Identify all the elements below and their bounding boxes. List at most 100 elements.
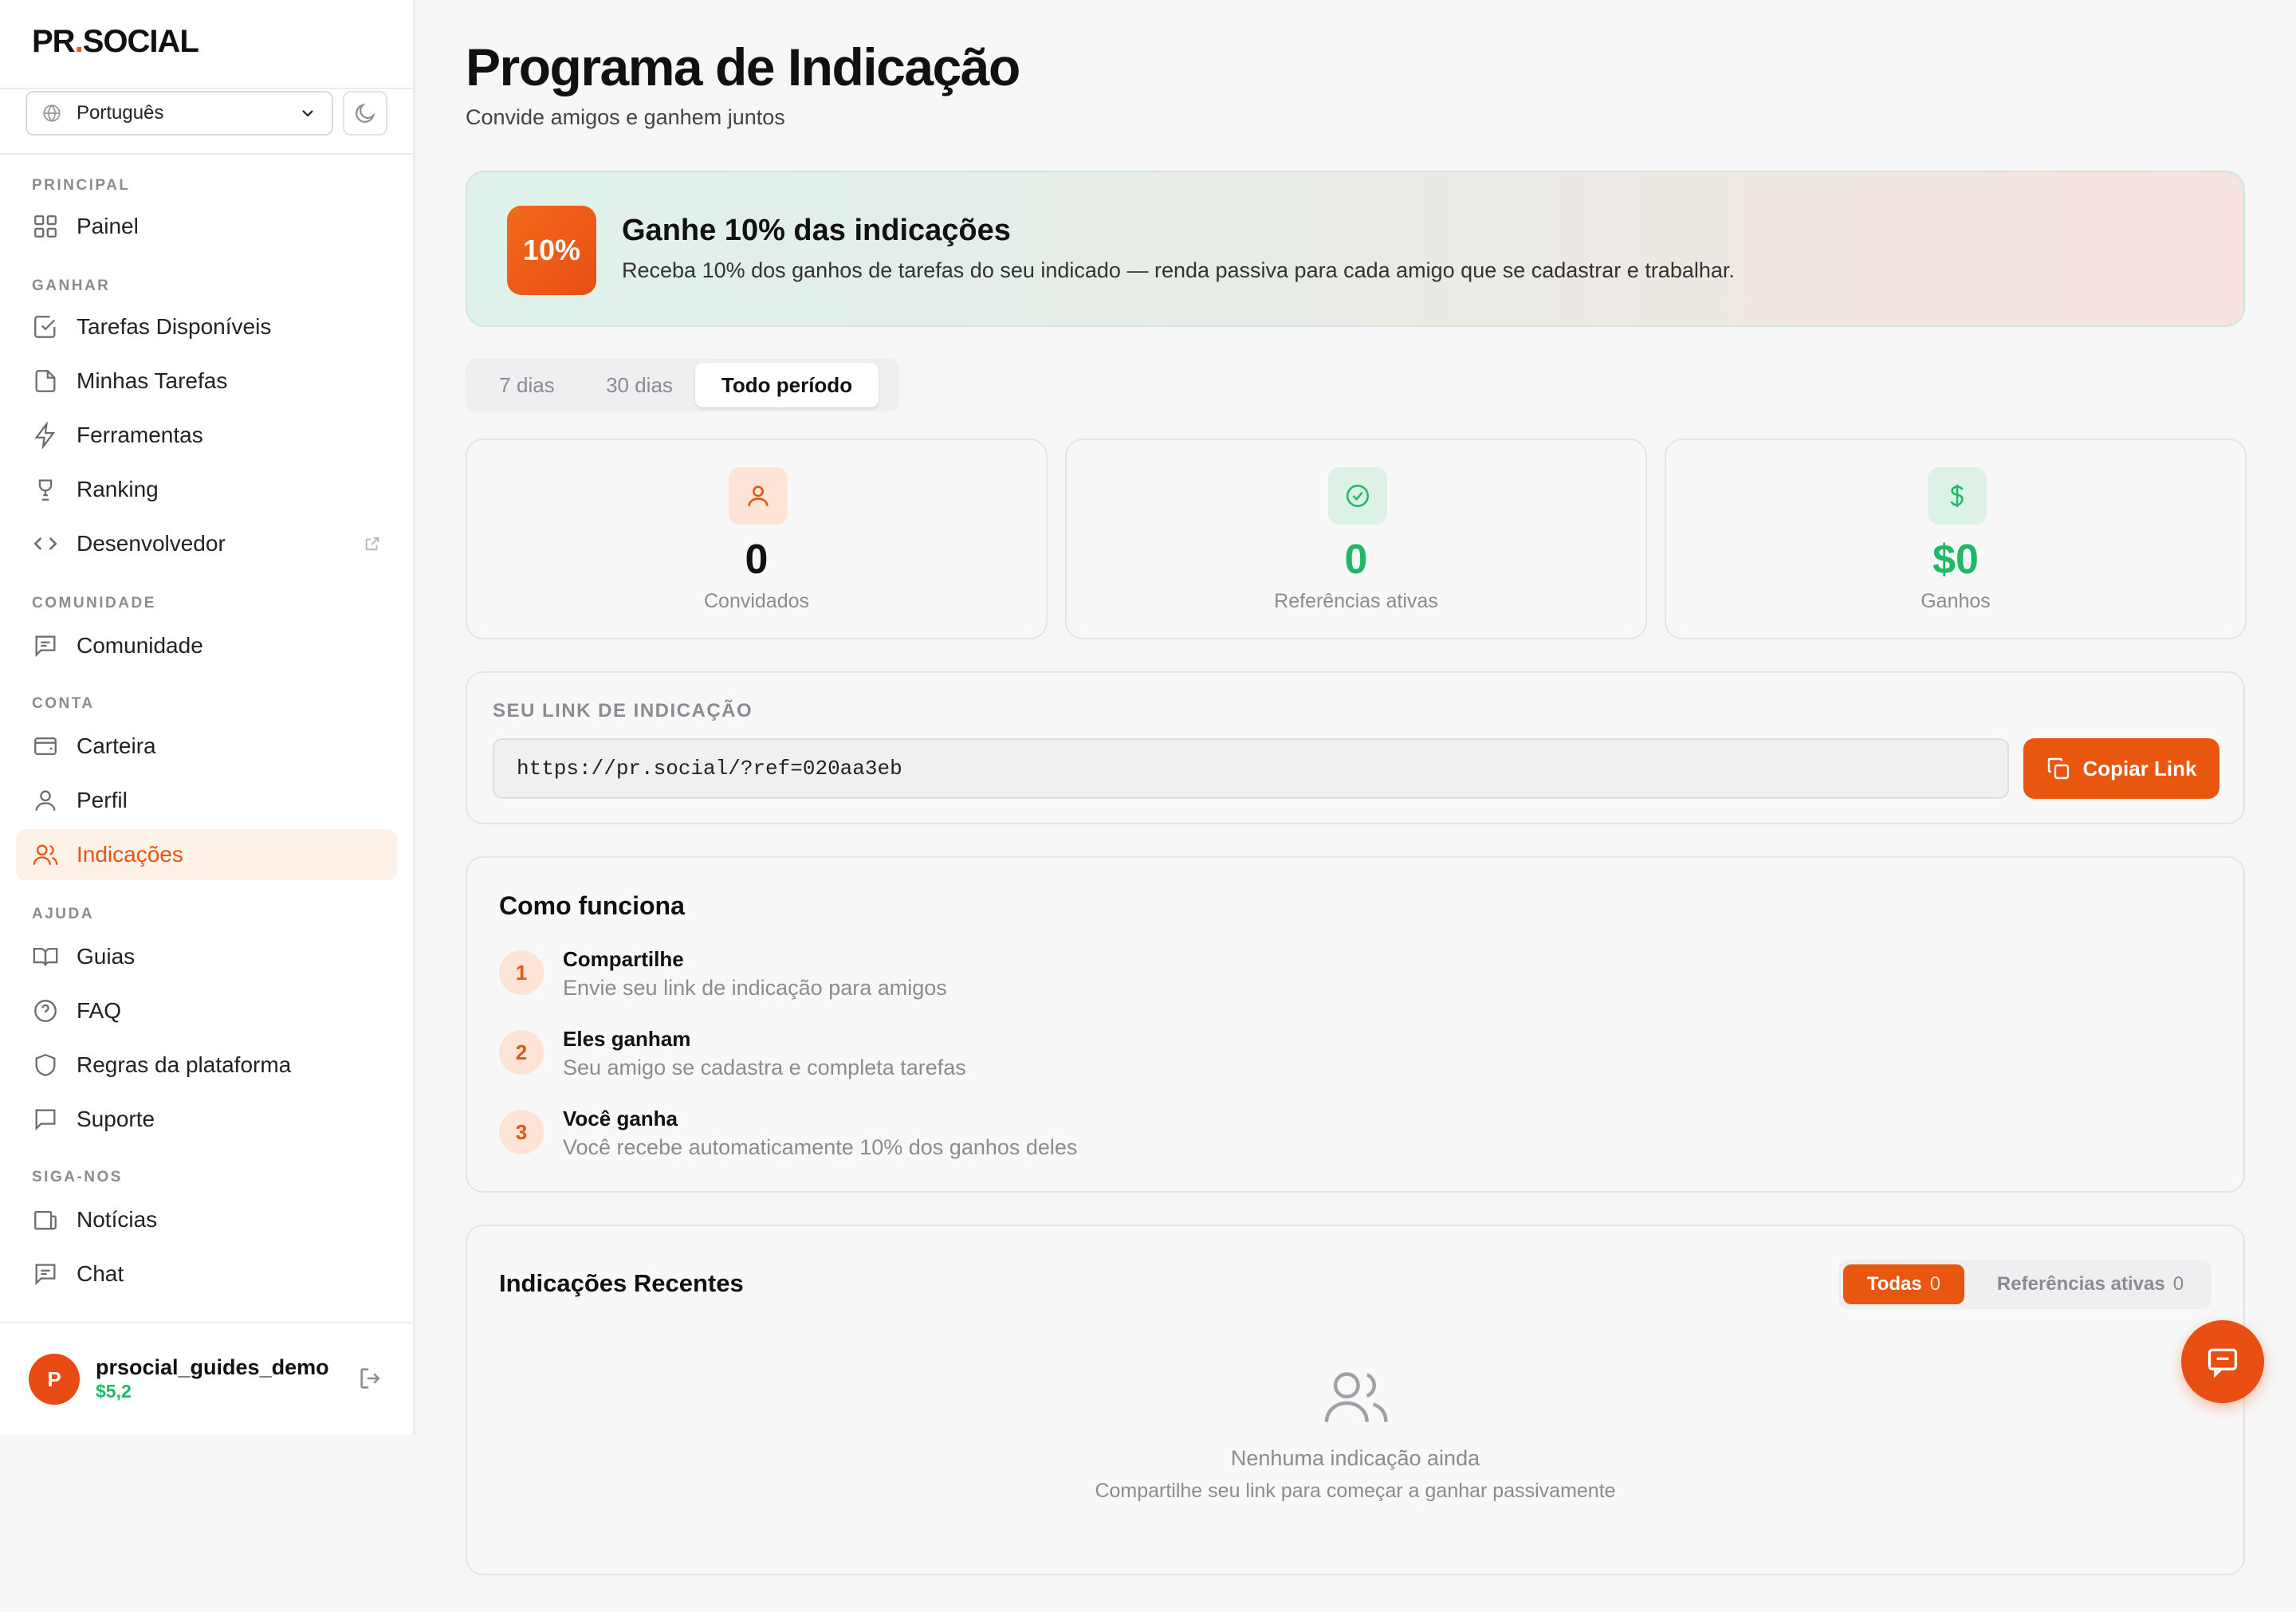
section-comunidade: COMUNIDADE [32, 595, 156, 611]
divider [0, 88, 413, 89]
empty-state-subtitle: Compartilhe seu link para começar a ganh… [1095, 1480, 1616, 1502]
referral-filter: Todas 0 Referências ativas 0 [1838, 1260, 2211, 1309]
section-principal: PRINCIPAL [32, 177, 131, 194]
file-icon [35, 370, 56, 392]
page-title: Programa de Indicação [466, 37, 1020, 96]
sidebar-item-chat[interactable]: Chat [16, 1248, 397, 1299]
trophy-icon [38, 479, 53, 501]
stat-card-earnings: $0 Ganhos [1665, 438, 2247, 639]
user-icon [35, 790, 56, 811]
sidebar-item-label: Chat [77, 1261, 124, 1286]
stat-icon-box [1928, 467, 1987, 525]
step-description: Seu amigo se cadastra e completa tarefas [563, 1056, 966, 1079]
empty-state-title: Nenhuma indicação ainda [1230, 1446, 1480, 1470]
sidebar-item-indicacoes[interactable]: Indicações [16, 829, 397, 880]
section-conta: CONTA [32, 695, 95, 712]
referral-link-field[interactable]: https://pr.social/?ref=020aa3eb [493, 738, 2009, 799]
message-square-icon [35, 635, 56, 658]
book-open-icon [33, 947, 58, 966]
chat-bubble-icon [35, 1109, 56, 1131]
sidebar-item-ferramentas[interactable]: Ferramentas [16, 410, 397, 461]
step-item: 3 Você ganha Você recebe automaticamente… [499, 1107, 1775, 1170]
shield-icon [35, 1054, 56, 1076]
tab-todo-periodo[interactable]: Todo período [695, 363, 879, 407]
step-number: 2 [499, 1030, 544, 1075]
help-circle-icon [34, 1000, 57, 1022]
sidebar-item-ranking[interactable]: Ranking [16, 464, 397, 515]
step-description: Envie seu link de indicação para amigos [563, 976, 947, 1000]
sidebar-item-painel[interactable]: Painel [16, 201, 397, 252]
tab-7-dias[interactable]: 7 dias [470, 363, 584, 407]
code-icon [33, 537, 57, 550]
chevron-down-icon [302, 110, 313, 117]
sidebar-item-label: FAQ [77, 998, 122, 1023]
step-item: 1 Compartilhe Envie seu link de indicaçã… [499, 947, 1775, 1011]
referral-link-card: SEU LINK DE INDICAÇÃO https://pr.social/… [466, 671, 2245, 824]
sidebar-item-label: Guias [77, 944, 136, 969]
divider [0, 153, 413, 155]
logout-icon[interactable] [357, 1365, 384, 1392]
sidebar-item-minhas-tarefas[interactable]: Minhas Tarefas [16, 356, 397, 407]
period-tabs: 7 dias 30 dias Todo período [466, 359, 899, 411]
banner-text: Receba 10% dos ganhos de tarefas do seu … [622, 258, 1735, 282]
stat-card-active: 0 Referências ativas [1065, 438, 1647, 639]
check-circle-icon [1346, 484, 1370, 508]
how-it-works-card: Como funciona 1 Compartilhe Envie seu li… [466, 856, 2245, 1193]
stat-label: Ganhos [1921, 590, 1991, 612]
sidebar-item-label: Comunidade [77, 633, 203, 658]
globe-icon [43, 104, 61, 123]
promo-banner: 10% Ganhe 10% das indicações Receba 10% … [466, 171, 2245, 327]
step-number: 3 [499, 1110, 544, 1154]
stat-value: 0 [1344, 537, 1368, 583]
sidebar-item-desenvolvedor[interactable]: Desenvolvedor [16, 518, 397, 569]
sidebar-item-label: Carteira [77, 733, 156, 758]
theme-toggle-button[interactable] [343, 91, 387, 136]
step-title: Eles ganham [563, 1027, 691, 1051]
language-value: Português [77, 102, 164, 124]
sidebar-item-noticias[interactable]: Notícias [16, 1194, 397, 1245]
filter-ativas-button[interactable]: Referências ativas 0 [1974, 1264, 2207, 1304]
sidebar-item-label: Minhas Tarefas [77, 368, 228, 393]
sidebar-item-carteira[interactable]: Carteira [16, 721, 397, 772]
section-ajuda: AJUDA [32, 906, 94, 922]
sidebar: PR.SOCIAL Português PRINCIPAL Painel GAN… [0, 0, 415, 1435]
step-number: 1 [499, 950, 544, 995]
sidebar-item-regras[interactable]: Regras da plataforma [16, 1040, 397, 1091]
sidebar-item-label: Notícias [77, 1207, 158, 1232]
how-heading: Como funciona [499, 891, 685, 920]
sidebar-item-label: Indicações [77, 842, 183, 867]
page-subtitle: Convide amigos e ganhem juntos [466, 105, 785, 129]
moon-icon [356, 103, 375, 123]
stat-value: $0 [1932, 537, 1979, 583]
sidebar-item-tarefas-disponiveis[interactable]: Tarefas Disponíveis [16, 301, 397, 352]
section-siga-nos: SIGA-NOS [32, 1169, 123, 1185]
filter-todas-button[interactable]: Todas 0 [1843, 1264, 1964, 1304]
step-item: 2 Eles ganham Seu amigo se cadastra e co… [499, 1027, 1775, 1091]
users-icon [33, 844, 58, 865]
referral-link-heading: SEU LINK DE INDICAÇÃO [493, 700, 753, 721]
check-square-icon [34, 316, 56, 338]
recent-heading: Indicações Recentes [499, 1269, 744, 1297]
sidebar-item-faq[interactable]: FAQ [16, 985, 397, 1036]
sidebar-item-label: Desenvolvedor [77, 531, 226, 556]
stat-label: Convidados [703, 590, 810, 612]
step-title: Você ganha [563, 1107, 678, 1130]
sidebar-item-label: Painel [77, 214, 139, 238]
logo[interactable]: PR.SOCIAL [32, 24, 199, 60]
copy-icon [2048, 757, 2070, 780]
sidebar-item-suporte[interactable]: Suporte [16, 1094, 397, 1145]
language-select[interactable]: Português [26, 91, 333, 136]
tab-30-dias[interactable]: 30 dias [584, 363, 695, 407]
recent-referrals-card: Indicações Recentes Todas 0 Referências a… [466, 1225, 2245, 1575]
sidebar-item-label: Suporte [77, 1107, 155, 1131]
sidebar-item-perfil[interactable]: Perfil [16, 775, 397, 826]
wallet-icon [34, 737, 57, 756]
sidebar-item-guias[interactable]: Guias [16, 931, 397, 982]
chat-fab-button[interactable] [2181, 1320, 2264, 1403]
avatar[interactable]: P [29, 1354, 80, 1405]
message-square-icon [35, 1264, 56, 1286]
copy-link-button[interactable]: Copiar Link [2023, 738, 2219, 799]
stat-card-invited: 0 Convidados [466, 438, 1048, 639]
stat-label: Referências ativas [1274, 590, 1438, 612]
sidebar-item-comunidade[interactable]: Comunidade [16, 620, 397, 671]
